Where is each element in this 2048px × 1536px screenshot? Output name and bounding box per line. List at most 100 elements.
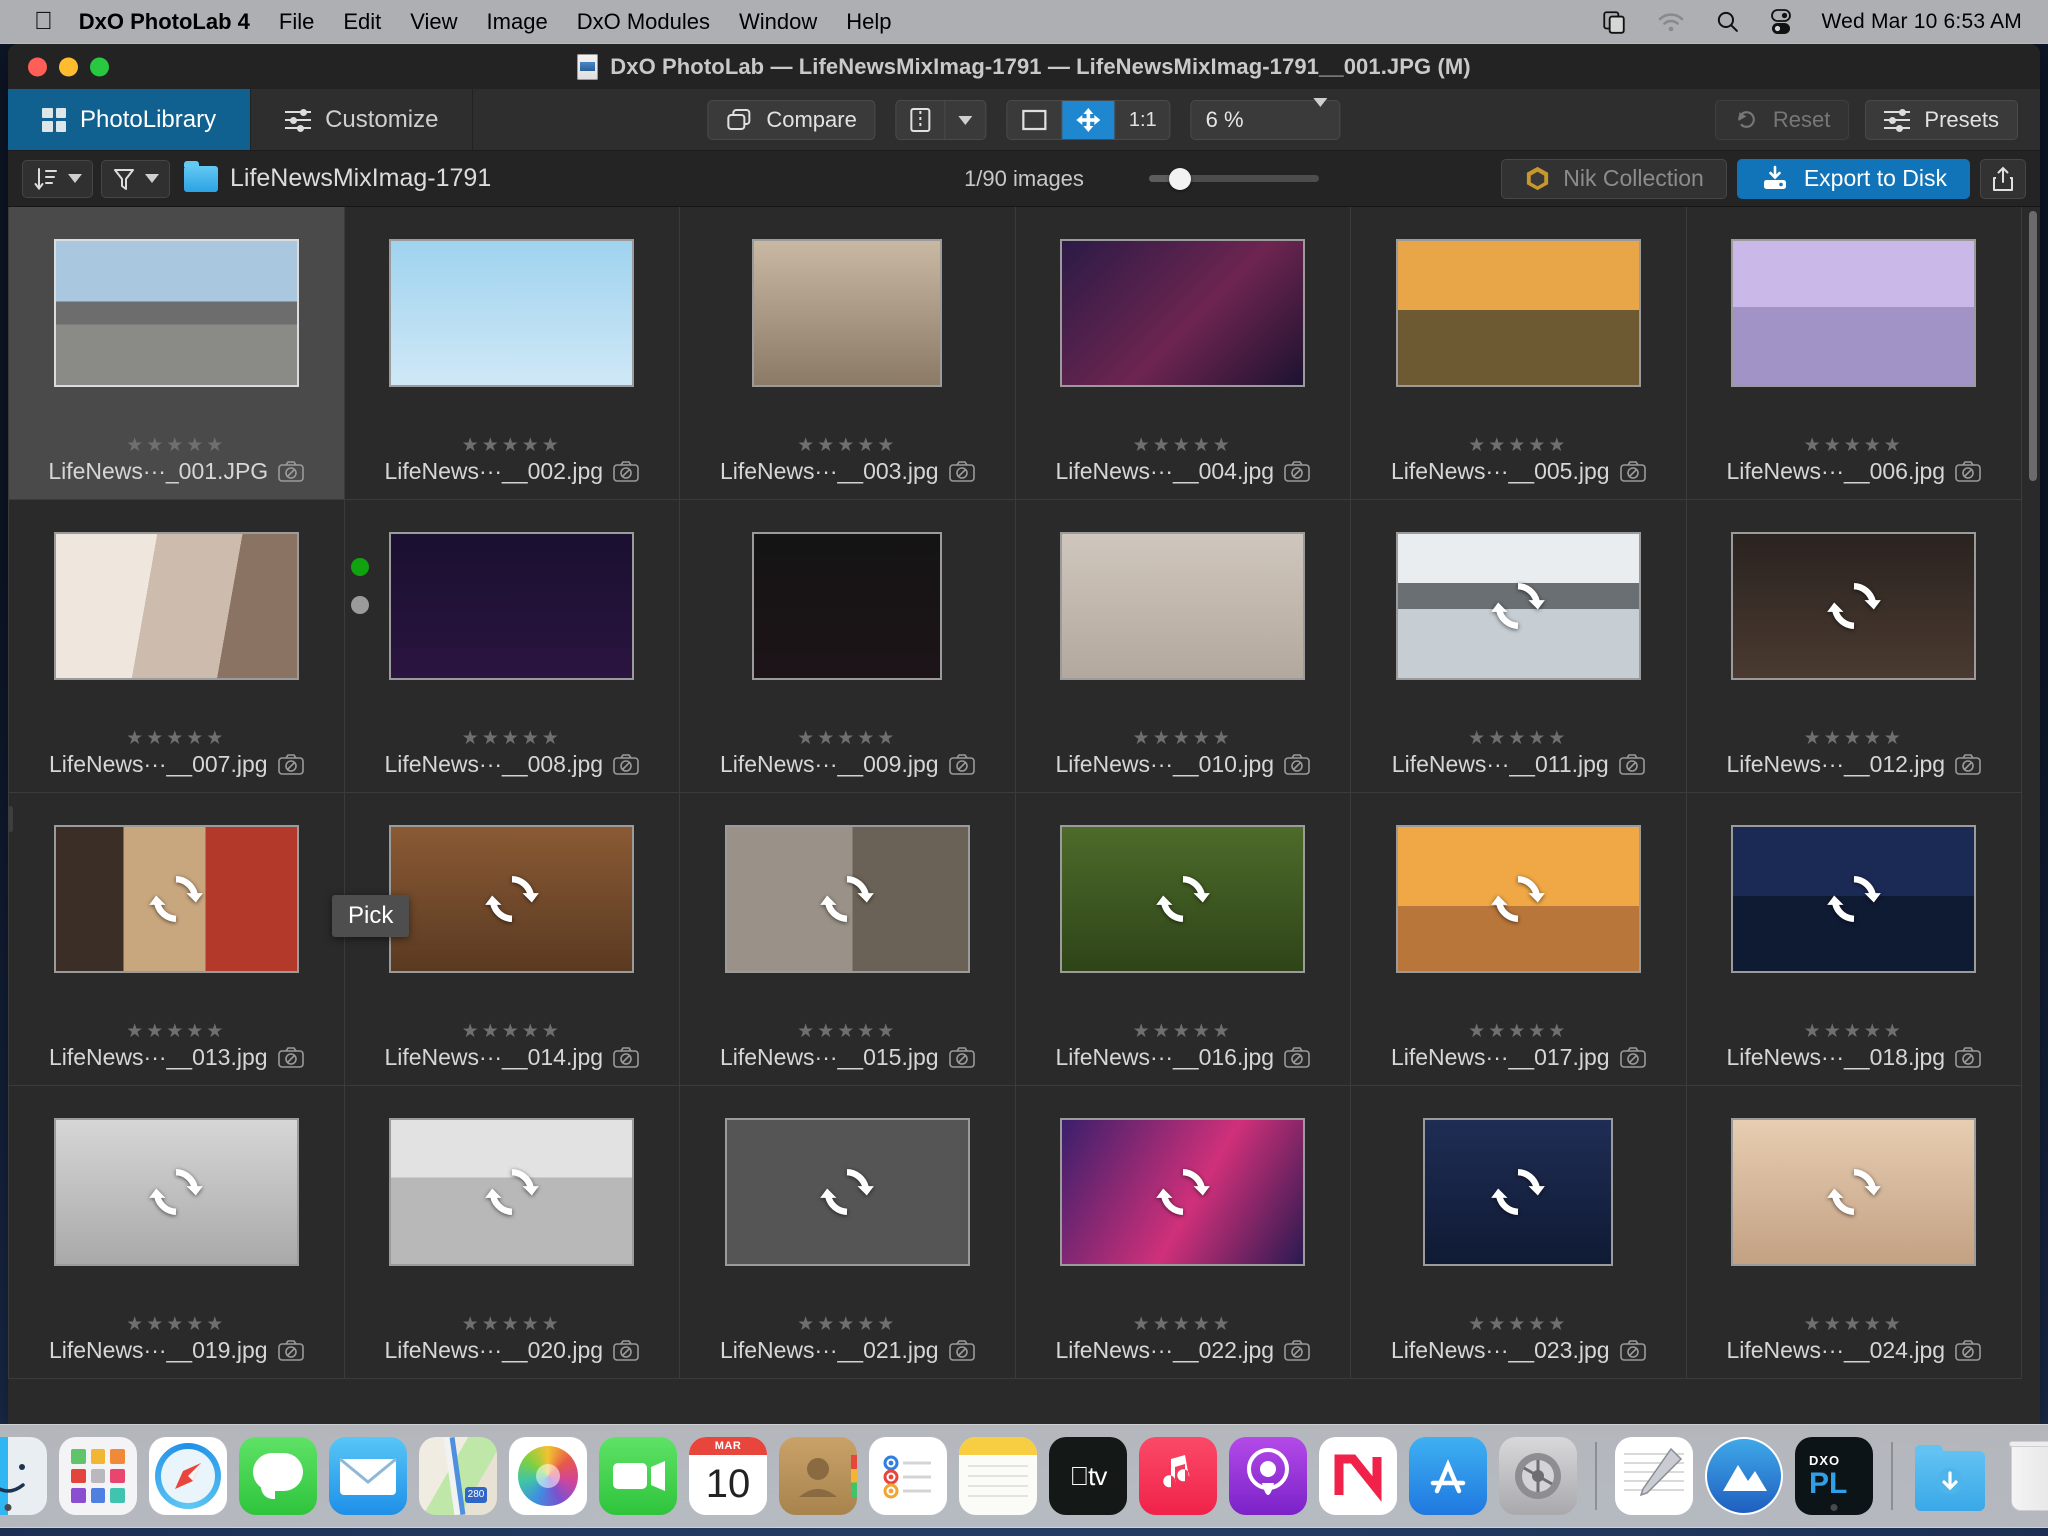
rating-stars[interactable]: ★★★★★ bbox=[1133, 436, 1233, 455]
pick-markers[interactable] bbox=[351, 558, 369, 614]
photo-library-grid-area[interactable]: ★★★★★LifeNews···_001.JPG ★★★★★LifeNews··… bbox=[8, 207, 2040, 1424]
rating-stars[interactable]: ★★★★★ bbox=[462, 1315, 562, 1334]
rating-stars[interactable]: ★★★★★ bbox=[1804, 436, 1904, 455]
dock-item-news[interactable] bbox=[1319, 1437, 1397, 1515]
reset-button[interactable]: Reset bbox=[1715, 100, 1849, 140]
thumbnail-cell[interactable]: ★★★★★LifeNews···__002.jpg bbox=[345, 207, 681, 500]
rating-stars[interactable]: ★★★★★ bbox=[1804, 1315, 1904, 1334]
thumbnail-image[interactable] bbox=[389, 239, 634, 387]
dock-item-dxo-photolab[interactable]: DXO PL bbox=[1795, 1437, 1873, 1515]
thumbnail-image-wrap[interactable] bbox=[725, 1118, 970, 1266]
safari-icon[interactable] bbox=[149, 1437, 227, 1515]
thumbnail-cell[interactable]: ★★★★★LifeNews···__023.jpg bbox=[1351, 1086, 1687, 1379]
launchpad-icon[interactable] bbox=[59, 1437, 137, 1515]
dock-item-notes[interactable] bbox=[959, 1437, 1037, 1515]
dock-item-music[interactable] bbox=[1139, 1437, 1217, 1515]
minimize-button[interactable] bbox=[59, 57, 78, 76]
dock-item-mail[interactable] bbox=[329, 1437, 407, 1515]
close-button[interactable] bbox=[28, 57, 47, 76]
thumbnail-cell[interactable]: ★★★★★LifeNews···__008.jpg bbox=[345, 500, 681, 793]
thumbnail-image[interactable] bbox=[1060, 239, 1305, 387]
thumbnail-image-wrap[interactable] bbox=[1060, 532, 1305, 680]
thumbnail-image-wrap[interactable] bbox=[725, 532, 970, 680]
rating-stars[interactable]: ★★★★★ bbox=[797, 1022, 897, 1041]
export-to-disk-button[interactable]: Export to Disk bbox=[1737, 159, 1970, 199]
calendar-icon[interactable]: MAR 10 bbox=[689, 1437, 767, 1515]
dock-item-alpine-app[interactable] bbox=[1705, 1437, 1783, 1515]
menu-item-app[interactable]: DxO PhotoLab 4 bbox=[79, 9, 250, 35]
fit-to-screen-icon[interactable] bbox=[1008, 101, 1062, 139]
thumbnail-image[interactable] bbox=[389, 532, 634, 680]
thumbnail-image-wrap[interactable] bbox=[1731, 532, 1976, 680]
thumbnail-cell[interactable]: ★★★★★LifeNews···__013.jpg bbox=[9, 793, 345, 1086]
thumbnail-image-wrap[interactable] bbox=[1396, 532, 1641, 680]
rating-stars[interactable]: ★★★★★ bbox=[1133, 1315, 1233, 1334]
thumbnail-cell[interactable]: ★★★★★LifeNews···__006.jpg bbox=[1687, 207, 2023, 500]
appletv-icon[interactable]: tv bbox=[1049, 1437, 1127, 1515]
thumbnail-cell[interactable]: ★★★★★LifeNews···__004.jpg bbox=[1016, 207, 1352, 500]
alpine-app-icon[interactable] bbox=[1705, 1437, 1783, 1515]
thumbnail-image-wrap[interactable] bbox=[1731, 1118, 1976, 1266]
thumbnail-cell[interactable]: ★★★★★LifeNews···__015.jpg bbox=[680, 793, 1016, 1086]
reject-flag-icon[interactable] bbox=[351, 596, 369, 614]
rating-stars[interactable]: ★★★★★ bbox=[1468, 436, 1568, 455]
notes-icon[interactable] bbox=[959, 1437, 1037, 1515]
grid-scrollbar-thumb[interactable] bbox=[2029, 211, 2037, 481]
rating-stars[interactable]: ★★★★★ bbox=[797, 1315, 897, 1334]
maps-icon[interactable]: 280 bbox=[419, 1437, 497, 1515]
screen-mirroring-icon[interactable] bbox=[1601, 9, 1627, 35]
contacts-icon[interactable] bbox=[779, 1437, 857, 1515]
thumbnail-image[interactable] bbox=[54, 239, 299, 387]
dock-item-finder[interactable] bbox=[0, 1437, 47, 1515]
system-preferences-icon[interactable] bbox=[1499, 1437, 1577, 1515]
mail-icon[interactable] bbox=[329, 1437, 407, 1515]
thumbnail-image[interactable] bbox=[752, 532, 942, 680]
dock-item-downloads-folder[interactable] bbox=[1911, 1437, 1989, 1515]
dock-item-messages[interactable] bbox=[239, 1437, 317, 1515]
downloads-folder-icon[interactable] bbox=[1911, 1437, 1989, 1515]
rating-stars[interactable]: ★★★★★ bbox=[797, 729, 897, 748]
share-button[interactable] bbox=[1980, 159, 2026, 199]
rating-stars[interactable]: ★★★★★ bbox=[126, 729, 226, 748]
presets-button[interactable]: Presets bbox=[1865, 100, 2018, 140]
thumbnail-cell[interactable]: ★★★★★LifeNews···__021.jpg bbox=[680, 1086, 1016, 1379]
thumbnail-cell[interactable]: ★★★★★LifeNews···__009.jpg bbox=[680, 500, 1016, 793]
thumbnail-image-wrap[interactable] bbox=[1060, 825, 1305, 973]
zoom-button[interactable] bbox=[90, 57, 109, 76]
thumbnail-image-wrap[interactable] bbox=[1060, 239, 1305, 387]
compare-button[interactable]: Compare bbox=[707, 100, 875, 140]
rating-stars[interactable]: ★★★★★ bbox=[1804, 729, 1904, 748]
dock-item-photos[interactable] bbox=[509, 1437, 587, 1515]
dock-item-textedit[interactable] bbox=[1615, 1437, 1693, 1515]
tab-photolibrary[interactable]: PhotoLibrary bbox=[8, 89, 251, 150]
tab-customize[interactable]: Customize bbox=[251, 89, 473, 150]
thumbnail-image-wrap[interactable] bbox=[389, 1118, 634, 1266]
thumbnail-cell[interactable]: ★★★★★LifeNews···__024.jpg bbox=[1687, 1086, 2023, 1379]
dock-item-appstore[interactable] bbox=[1409, 1437, 1487, 1515]
pick-flag-icon[interactable] bbox=[351, 558, 369, 576]
menu-item-window[interactable]: Window bbox=[739, 9, 817, 35]
thumbnail-image-wrap[interactable] bbox=[54, 239, 299, 387]
thumbnail-image[interactable] bbox=[752, 239, 942, 387]
control-center-icon[interactable] bbox=[1770, 9, 1792, 35]
thumbnail-cell[interactable]: ★★★★★LifeNews···__012.jpg bbox=[1687, 500, 2023, 793]
thumbnail-image-wrap[interactable] bbox=[389, 239, 634, 387]
sort-button[interactable] bbox=[22, 160, 93, 198]
filter-dropdown-caret[interactable] bbox=[145, 174, 159, 183]
rating-stars[interactable]: ★★★★★ bbox=[462, 1022, 562, 1041]
dock-item-calendar[interactable]: MAR 10 bbox=[689, 1437, 767, 1515]
thumbnail-cell[interactable]: ★★★★★LifeNews···__014.jpg bbox=[345, 793, 681, 1086]
reminders-icon[interactable] bbox=[869, 1437, 947, 1515]
dock-item-system-preferences[interactable] bbox=[1499, 1437, 1577, 1515]
rating-stars[interactable]: ★★★★★ bbox=[1468, 1022, 1568, 1041]
thumbnail-image-wrap[interactable] bbox=[1396, 825, 1641, 973]
one-to-one-button[interactable]: 1:1 bbox=[1115, 101, 1170, 139]
dock-item-facetime[interactable] bbox=[599, 1437, 677, 1515]
search-icon[interactable] bbox=[1715, 9, 1740, 34]
apple-logo-icon[interactable]:  bbox=[34, 9, 53, 34]
menu-item-dxo-modules[interactable]: DxO Modules bbox=[577, 9, 710, 35]
rating-stars[interactable]: ★★★★★ bbox=[1468, 729, 1568, 748]
thumbnail-cell[interactable]: ★★★★★LifeNews···__007.jpg bbox=[9, 500, 345, 793]
thumbnail-image-wrap[interactable] bbox=[725, 825, 970, 973]
dock-item-appletv[interactable]: tv bbox=[1049, 1437, 1127, 1515]
